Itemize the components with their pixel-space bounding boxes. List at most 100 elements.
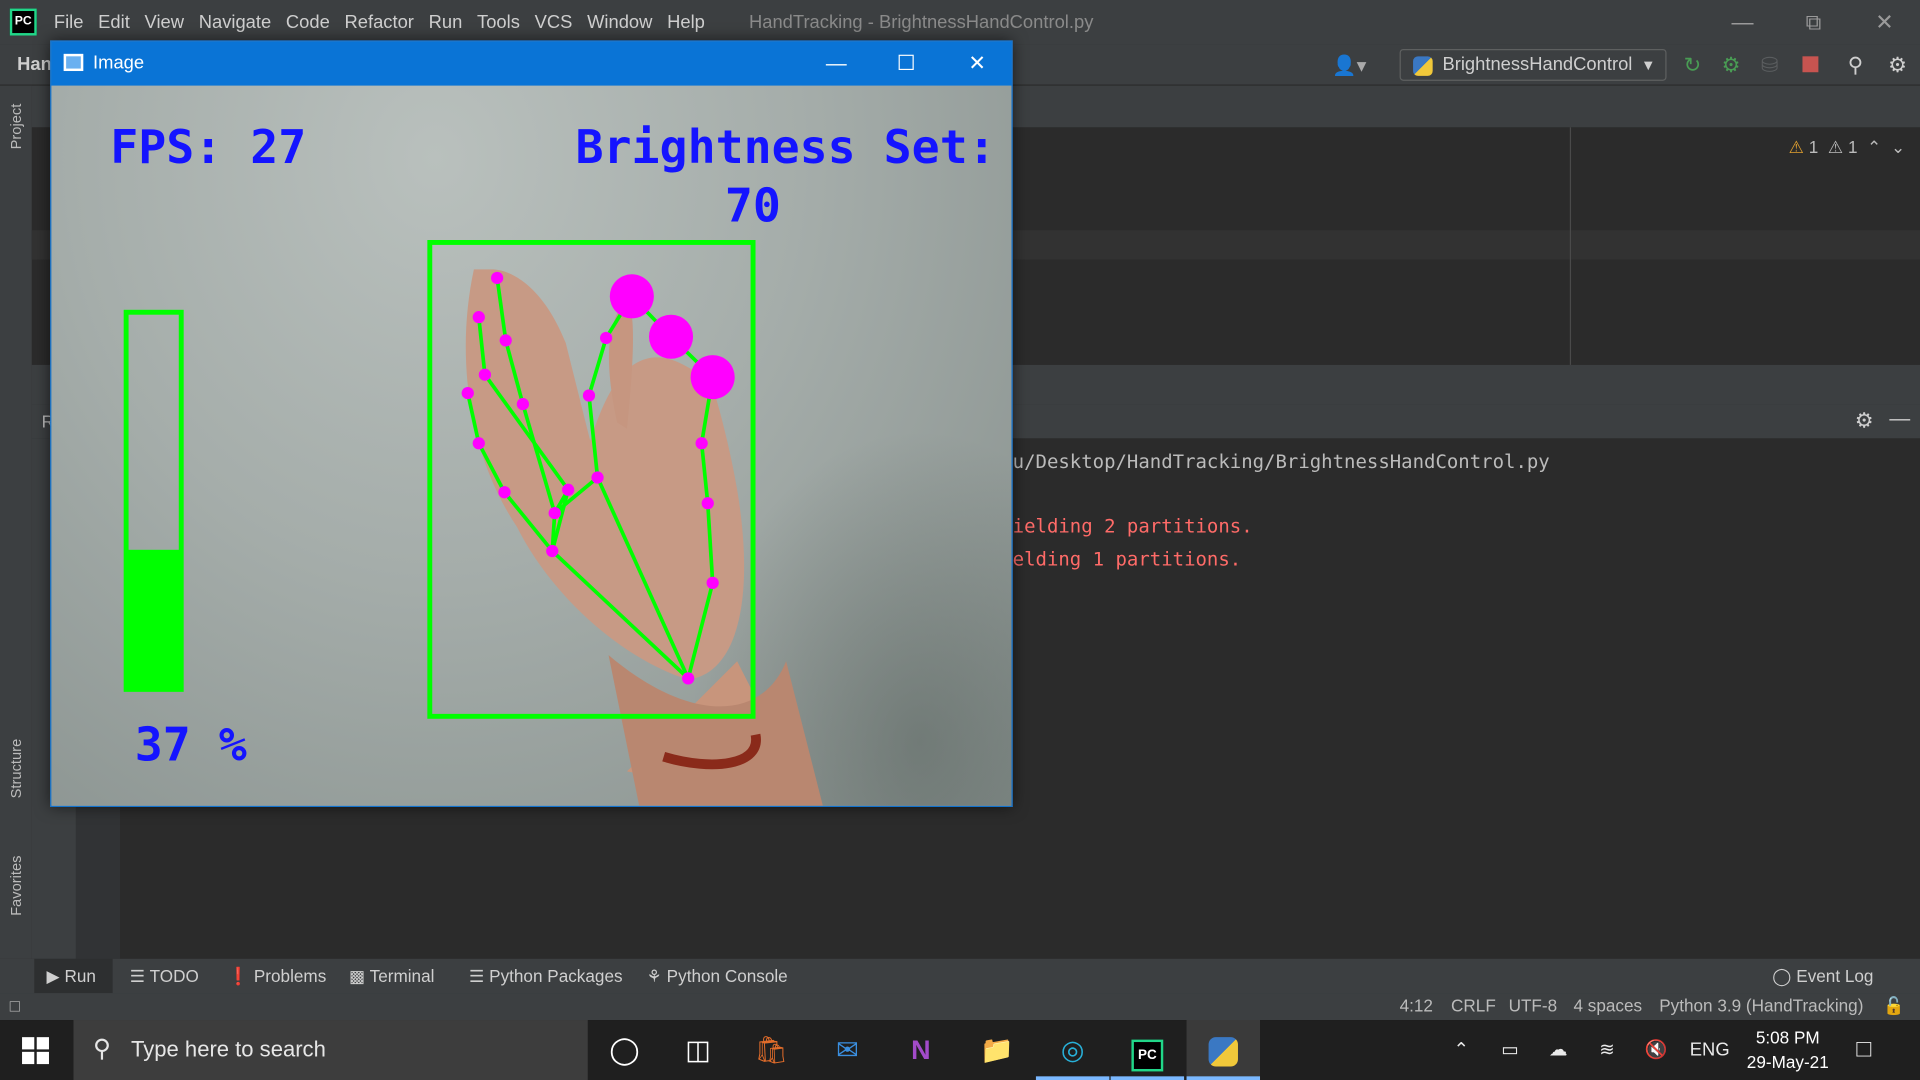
landmark-point xyxy=(591,471,604,484)
warning-count: 1 xyxy=(1808,137,1819,157)
landmark-point xyxy=(548,506,561,520)
menu-view[interactable]: View xyxy=(145,12,184,33)
landmark-point xyxy=(498,486,511,499)
python-interpreter[interactable]: Python 3.9 (HandTracking) xyxy=(1659,996,1863,1016)
tab-todo[interactable]: ☰ TODO xyxy=(130,959,199,993)
image-window-title-bar[interactable]: Image — ☐ ✕ xyxy=(51,41,1013,86)
menu-help[interactable]: Help xyxy=(667,12,705,33)
chevron-down-icon[interactable]: ⌄ xyxy=(1891,137,1905,157)
brightness-value: 70 xyxy=(724,178,781,233)
taskbar-search[interactable]: ⚲ Type here to search xyxy=(73,1020,588,1080)
landmark-point xyxy=(461,386,474,400)
wrist xyxy=(608,655,823,806)
skeleton-line xyxy=(587,337,608,397)
menu-navigate[interactable]: Navigate xyxy=(199,12,271,33)
onenote-icon[interactable]: N xyxy=(884,1020,957,1080)
lock-icon[interactable]: 🔓 xyxy=(1883,996,1904,1017)
edge-icon[interactable]: ◎ xyxy=(1035,1020,1110,1080)
menu-tools[interactable]: Tools xyxy=(477,12,520,33)
run-config-label: BrightnessHandControl xyxy=(1442,53,1633,75)
indent-setting[interactable]: 4 spaces xyxy=(1573,996,1642,1016)
project-tool-tab[interactable]: Project xyxy=(7,104,24,150)
console-command-line: u/Desktop/HandTracking/BrightnessHandCon… xyxy=(1012,450,1550,473)
terminal-icon: ▩ xyxy=(348,966,366,986)
menu-code[interactable]: Code xyxy=(286,12,330,33)
user-icon[interactable]: 👤▾ xyxy=(1332,54,1366,78)
pycharm-logo-icon: PC xyxy=(9,8,37,36)
window-icon xyxy=(63,53,84,72)
image-minimize-button[interactable]: — xyxy=(801,42,872,86)
menu-window[interactable]: Window xyxy=(587,12,652,33)
network-icon[interactable]: ≋ xyxy=(1599,1020,1614,1080)
menu-vcs[interactable]: VCS xyxy=(535,12,573,33)
event-log-button[interactable]: ◯ Event Log xyxy=(1772,959,1873,993)
run-config-select[interactable]: BrightnessHandControl ▼ xyxy=(1399,48,1667,81)
python-taskbar-icon[interactable] xyxy=(1186,1020,1261,1080)
image-window-title: Image xyxy=(93,52,145,74)
task-view-icon[interactable]: ◫ xyxy=(661,1020,734,1080)
layers-icon: ☰ xyxy=(468,966,485,986)
left-tool-strip: Project Structure Favorites xyxy=(0,85,32,959)
tab-python-packages[interactable]: ☰ Python Packages xyxy=(469,959,623,993)
file-encoding[interactable]: UTF-8 xyxy=(1509,996,1558,1016)
image-maximize-button[interactable]: ☐ xyxy=(871,42,942,86)
menu-file[interactable]: File xyxy=(54,12,84,33)
python-icon xyxy=(1413,56,1433,76)
coverage-icon[interactable]: ⛁ xyxy=(1761,54,1778,78)
landmark-point xyxy=(701,497,714,510)
landmark-point xyxy=(472,311,485,324)
info-icon: ❗ xyxy=(227,966,250,986)
volume-muted-icon[interactable]: 🔇 xyxy=(1645,1020,1668,1080)
pycharm-taskbar-icon[interactable]: PC xyxy=(1110,1020,1185,1080)
language-indicator[interactable]: ENG xyxy=(1690,1020,1730,1080)
windows-taskbar: ⚲ Type here to search ◯ ◫ 🛍 ✉ N 📁 ◎ PC ⌃… xyxy=(0,1020,1920,1080)
minimize-button[interactable]: — xyxy=(1707,0,1778,44)
hide-panel-icon[interactable]: — xyxy=(1889,407,1910,431)
tab-run[interactable]: ▶ Run xyxy=(34,958,113,994)
chevron-up-icon[interactable]: ⌃ xyxy=(1867,137,1881,157)
store-icon[interactable]: 🛍 xyxy=(735,1020,808,1080)
ide-title-bar: PC File Edit View Navigate Code Refactor… xyxy=(0,0,1920,45)
landmark-point xyxy=(472,437,485,450)
console-error-line-1: ielding 2 partitions. xyxy=(1012,515,1253,538)
run-icon: ▶ xyxy=(46,966,60,986)
restore-button[interactable]: ⧉ xyxy=(1778,0,1849,44)
tab-terminal[interactable]: ▩ Terminal xyxy=(349,959,434,993)
debug-icon[interactable]: ⚙ xyxy=(1722,54,1741,78)
inspection-widget[interactable]: ⚠ 1 ⚠ 1 ⌃ ⌄ xyxy=(1789,137,1906,158)
show-hidden-icons-icon[interactable]: ⌃ xyxy=(1453,1020,1468,1080)
rerun-icon[interactable]: ↻ xyxy=(1684,54,1701,78)
clock-date: 29-May-21 xyxy=(1746,1051,1829,1072)
chevron-down-icon: ▼ xyxy=(1640,56,1656,74)
file-explorer-icon[interactable]: 📁 xyxy=(960,1020,1033,1080)
menu-run[interactable]: Run xyxy=(429,12,463,33)
close-button[interactable]: ✕ xyxy=(1849,0,1920,44)
image-close-button[interactable]: ✕ xyxy=(942,42,1013,86)
weak-warning-count: 1 xyxy=(1847,137,1858,157)
opencv-image-window[interactable]: Image — ☐ ✕ FPS: 27 Brightness Set: 70 3… xyxy=(50,40,1013,807)
landmark-point xyxy=(682,672,695,685)
tab-python-console[interactable]: ⚘ Python Console xyxy=(647,959,788,993)
battery-icon[interactable]: ▭ xyxy=(1501,1020,1518,1080)
windows-start-button[interactable] xyxy=(22,1037,49,1065)
tab-problems[interactable]: ❗ Problems xyxy=(228,959,327,993)
mail-icon[interactable]: ✉ xyxy=(811,1020,884,1080)
line-separator[interactable]: CRLF xyxy=(1451,996,1496,1016)
stop-icon[interactable] xyxy=(1802,56,1819,73)
notifications-icon[interactable]: □ xyxy=(1856,1020,1871,1080)
menu-edit[interactable]: Edit xyxy=(98,12,130,33)
panel-settings-icon[interactable]: ⚙ xyxy=(1855,409,1874,433)
menu-refactor[interactable]: Refactor xyxy=(345,12,414,33)
search-icon[interactable]: ⚲ xyxy=(1848,54,1863,78)
landmark-point xyxy=(582,389,596,402)
caret-position[interactable]: 4:12 xyxy=(1400,996,1433,1016)
project-breadcrumb[interactable]: Han xyxy=(17,54,52,75)
settings-gear-icon[interactable]: ⚙ xyxy=(1888,54,1907,78)
cortana-icon[interactable]: ◯ xyxy=(588,1020,661,1080)
structure-tool-tab[interactable]: Structure xyxy=(7,739,24,799)
toggle-tool-windows-icon[interactable]: □ xyxy=(10,996,20,1016)
camera-frame: FPS: 27 Brightness Set: 70 37 % xyxy=(51,85,1012,806)
favorites-tool-tab[interactable]: Favorites xyxy=(7,855,24,915)
onedrive-icon[interactable]: ☁ xyxy=(1549,1020,1567,1080)
clock[interactable]: 5:08 PM 29-May-21 xyxy=(1742,1025,1833,1074)
